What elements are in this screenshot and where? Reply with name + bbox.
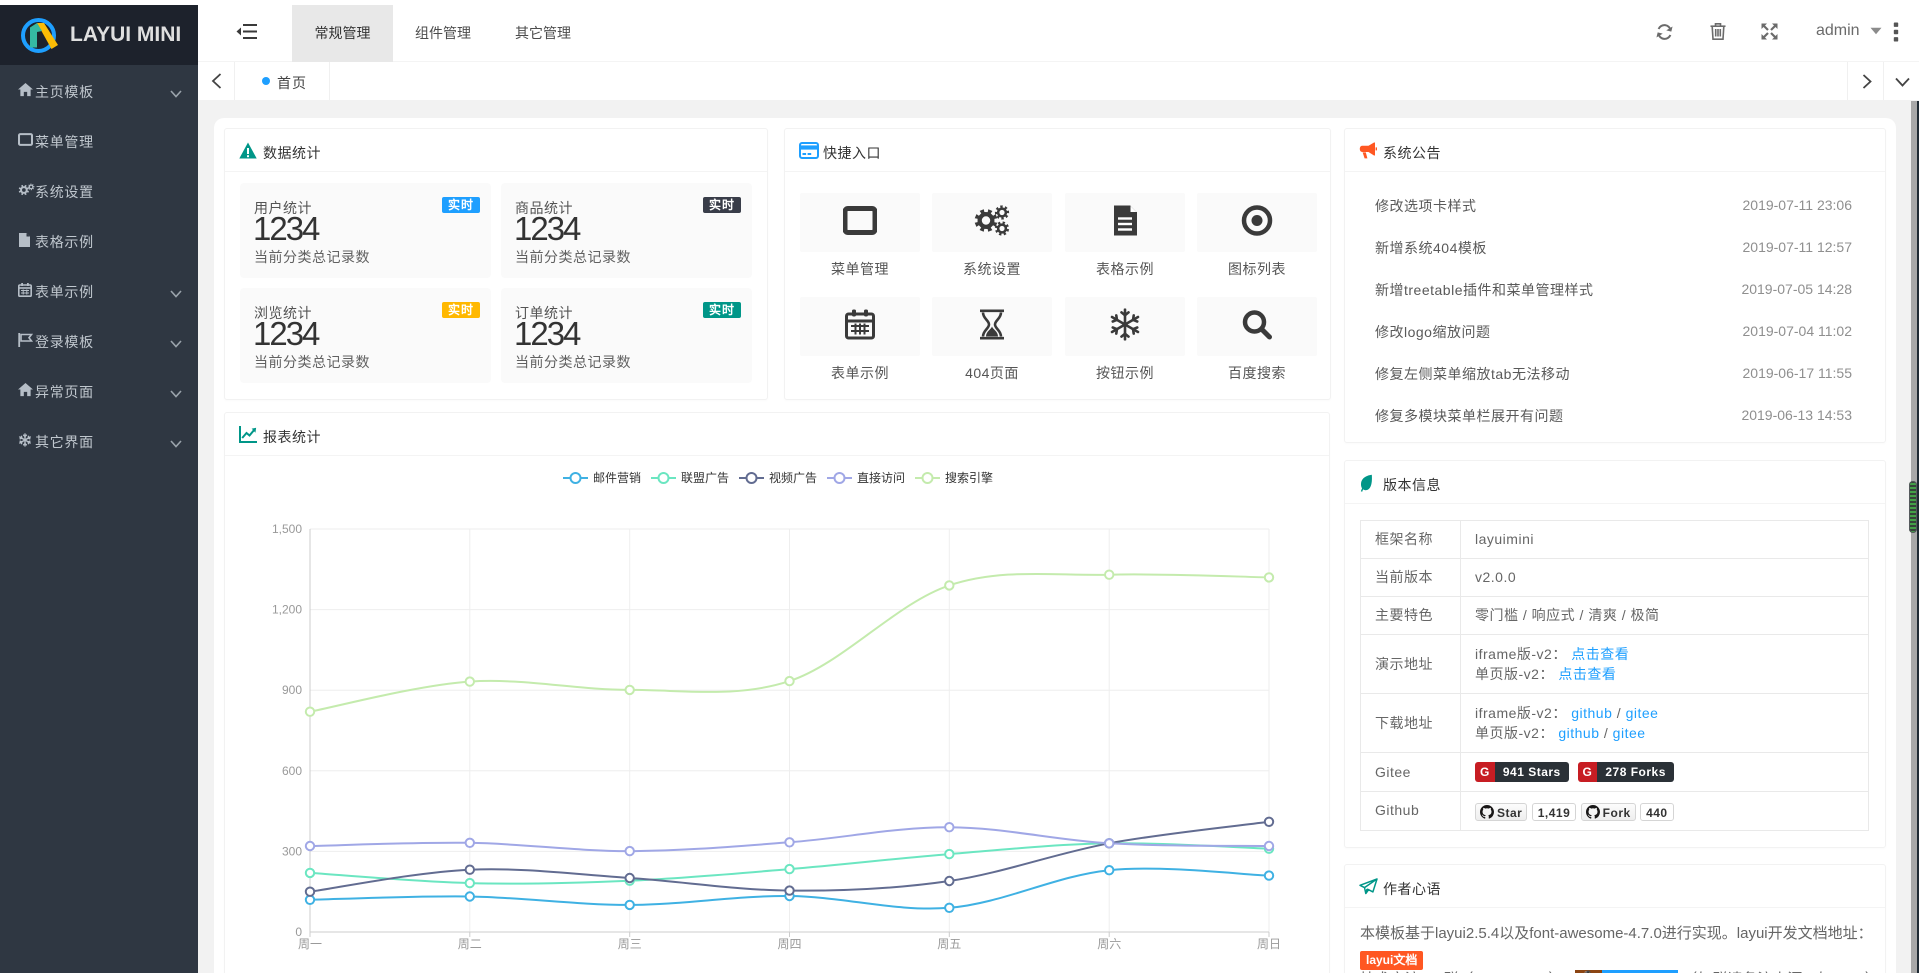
- svg-text:周六: 周六: [1097, 937, 1121, 951]
- svg-text:周四: 周四: [777, 937, 801, 951]
- svg-text:联盟广告: 联盟广告: [681, 471, 729, 485]
- svg-text:600: 600: [282, 764, 302, 778]
- svg-text:1,200: 1,200: [272, 603, 302, 617]
- svg-text:300: 300: [282, 844, 302, 858]
- svg-text:周日: 周日: [1257, 937, 1281, 951]
- svg-text:周一: 周一: [298, 937, 322, 951]
- svg-text:周五: 周五: [937, 937, 961, 951]
- svg-text:邮件营销: 邮件营销: [593, 471, 641, 485]
- svg-text:周二: 周二: [458, 937, 482, 951]
- svg-text:搜索引擎: 搜索引擎: [945, 470, 993, 485]
- svg-text:直接访问: 直接访问: [857, 470, 905, 485]
- svg-text:周三: 周三: [618, 937, 642, 951]
- svg-text:900: 900: [282, 683, 302, 697]
- svg-text:视频广告: 视频广告: [769, 470, 817, 485]
- svg-text:1,500: 1,500: [272, 522, 302, 536]
